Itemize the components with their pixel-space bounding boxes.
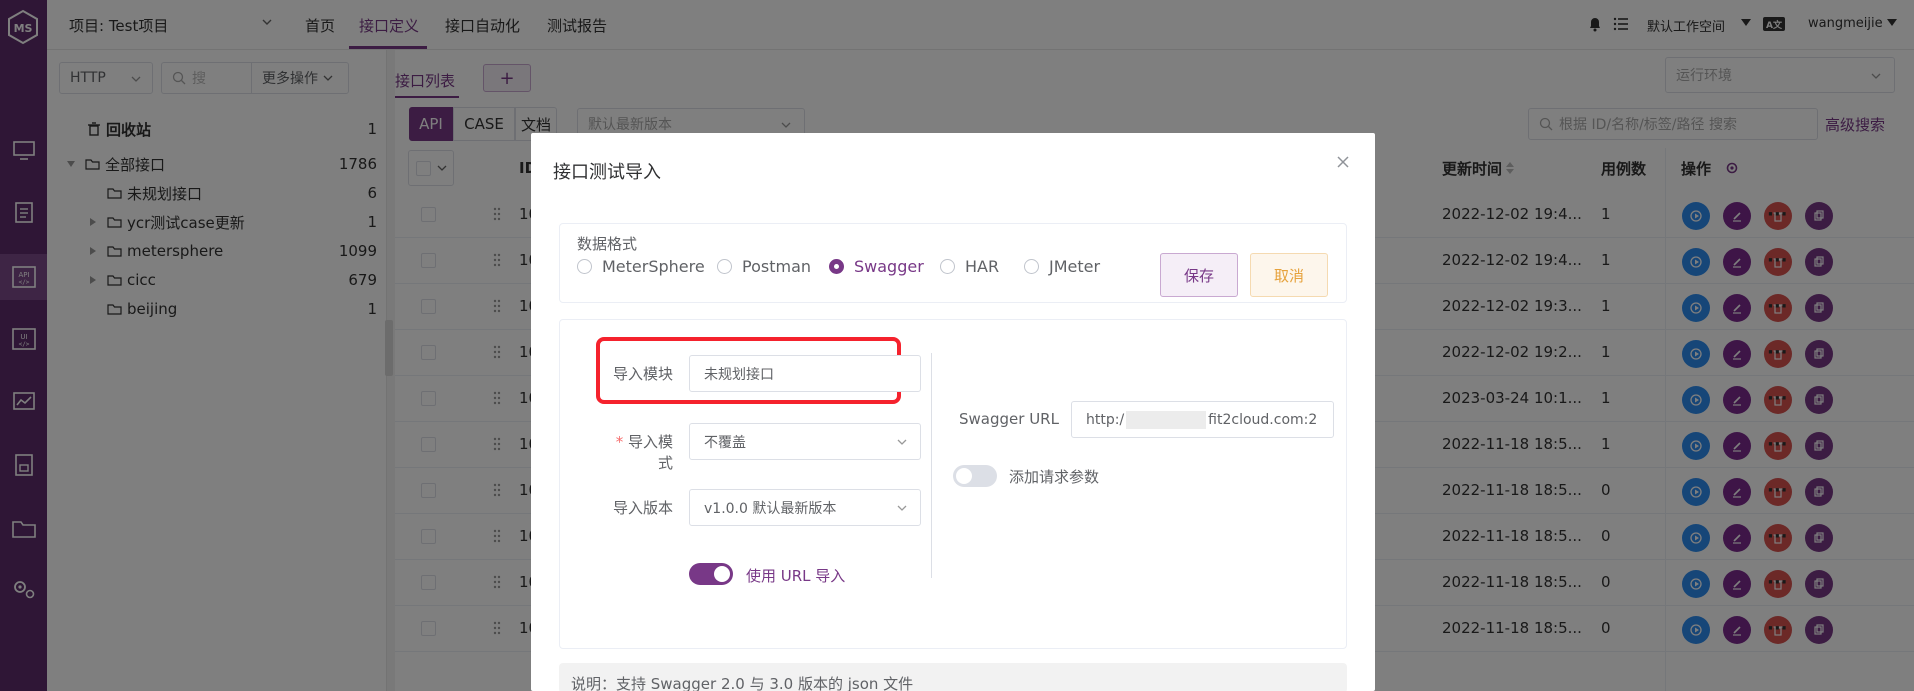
mode-value: 不覆盖: [704, 434, 746, 451]
radio-label: MeterSphere: [602, 257, 705, 276]
radio-label: Swagger: [854, 257, 924, 276]
switch-knob: [714, 566, 730, 582]
redacted-host: [1126, 410, 1207, 429]
radio-postman[interactable]: Postman: [717, 257, 811, 276]
mode-label-text: 导入模式: [627, 433, 673, 472]
format-label: 数据格式: [577, 235, 638, 253]
add-params-switch[interactable]: [953, 465, 997, 487]
version-label: 导入版本: [612, 499, 673, 517]
switch-knob: [956, 468, 972, 484]
module-label: 导入模块: [612, 365, 673, 383]
import-mode-select[interactable]: 不覆盖: [689, 423, 921, 460]
swagger-url-label: Swagger URL: [959, 410, 1059, 428]
radio-jmeter[interactable]: JMeter: [1024, 257, 1100, 276]
radio-dot: [577, 259, 592, 274]
swagger-url-input[interactable]: http:/ fit2cloud.com:2: [1071, 401, 1334, 438]
import-module-select[interactable]: 未规划接口: [689, 355, 921, 392]
import-dialog: 接口测试导入 数据格式 MeterSphere Postman Swagger …: [531, 133, 1375, 691]
url-import-switch[interactable]: [689, 563, 733, 585]
version-value: v1.0.0 默认最新版本: [704, 500, 837, 517]
radio-label: JMeter: [1049, 257, 1101, 276]
required-asterisk: *: [615, 433, 628, 451]
close-icon[interactable]: [1336, 155, 1350, 169]
chevron-down-icon: [896, 502, 908, 514]
module-value: 未规划接口: [704, 366, 774, 383]
url-suffix: fit2cloud.com:2: [1208, 411, 1318, 428]
radio-har[interactable]: HAR: [940, 257, 999, 276]
vertical-divider: [931, 353, 932, 578]
cancel-button[interactable]: 取消: [1250, 253, 1328, 297]
radio-label: Postman: [742, 257, 812, 276]
radio-dot: [1024, 259, 1039, 274]
radio-label: HAR: [965, 257, 1000, 276]
url-import-label: 使用 URL 导入: [746, 567, 846, 585]
radio-dot: [940, 259, 955, 274]
mode-label: * 导入模式: [603, 431, 673, 473]
dialog-title: 接口测试导入: [553, 162, 661, 183]
chevron-down-icon: [896, 436, 908, 448]
url-prefix: http:/: [1086, 411, 1125, 428]
radio-swagger[interactable]: Swagger: [829, 257, 924, 276]
radio-dot: [717, 259, 732, 274]
add-params-label: 添加请求参数: [1009, 468, 1100, 486]
radio-metersphere[interactable]: MeterSphere: [577, 257, 705, 276]
import-note: 说明：支持 Swagger 2.0 与 3.0 版本的 json 文件: [571, 675, 914, 691]
save-button[interactable]: 保存: [1160, 253, 1238, 297]
import-version-select[interactable]: v1.0.0 默认最新版本: [689, 489, 921, 526]
radio-dot: [829, 259, 844, 274]
